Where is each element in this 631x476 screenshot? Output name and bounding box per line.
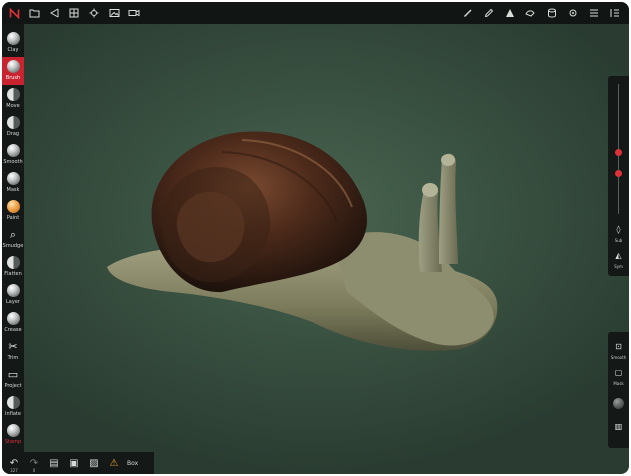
pencil-icon[interactable] (478, 2, 499, 24)
view-settings-panel: ⊡ Smooth ▢ Mask ▥ (608, 332, 629, 448)
warning-icon: ⚠ (109, 457, 119, 469)
tool-stamp[interactable]: Stamp (2, 421, 24, 449)
clay-icon (6, 32, 20, 45)
redo-button[interactable]: ↷ 0 (24, 452, 44, 474)
more-icon[interactable] (604, 2, 625, 24)
image-icon[interactable] (104, 2, 124, 24)
stamp-icon (6, 424, 20, 437)
flatten-icon (6, 256, 20, 269)
bottom-toolbar: ↶ 327 ↷ 0 ▤ ▣ ▨ ⚠ Box (2, 452, 154, 474)
tool-smudge[interactable]: ⌕ Smudge (2, 225, 24, 253)
undo-icon: ↶ (9, 457, 19, 469)
brush-icon (6, 60, 20, 73)
project-icon: ▭ (7, 368, 19, 381)
symmetry-icon[interactable]: ◭ (608, 251, 629, 260)
paint-icon[interactable] (520, 2, 541, 24)
material-icon[interactable] (499, 2, 520, 24)
mask-label: Mask (613, 381, 624, 386)
brush-settings-panel: ◊ Sub ◭ Sym (608, 76, 629, 276)
mask-icon (6, 172, 20, 185)
smudge-icon: ⌕ (9, 228, 17, 241)
mask-toggle-icon[interactable]: ▢ (608, 368, 629, 377)
pen-icon[interactable] (457, 2, 478, 24)
scissors-icon: ✂ (8, 340, 18, 353)
intensity-slider-handle[interactable] (615, 170, 622, 177)
shape-label[interactable]: Box (127, 460, 138, 467)
tool-crease[interactable]: Crease (2, 309, 24, 337)
undo-button[interactable]: ↶ 327 (4, 452, 24, 474)
tool-trim[interactable]: ✂ Trim (2, 337, 24, 365)
inflate-icon (6, 396, 20, 409)
tool-layer[interactable]: Layer (2, 281, 24, 309)
tool-flatten[interactable]: Flatten (2, 253, 24, 281)
screenshot-icon: ▣ (69, 457, 79, 469)
wireframe-label: Smooth (610, 355, 627, 360)
paint-brush-icon (6, 200, 20, 213)
tool-drag[interactable]: Drag (2, 113, 24, 141)
save-icon: ▤ (49, 457, 59, 469)
tool-paint[interactable]: Paint (2, 197, 24, 225)
crease-icon (6, 312, 20, 325)
warning-button[interactable]: ⚠ (104, 452, 124, 474)
texture-icon[interactable]: ▥ (608, 422, 629, 431)
app-window: Clay Brush Move Drag Smooth Mask Paint ⌕ (2, 2, 629, 474)
viewport-snail-model[interactable] (102, 122, 502, 362)
gear-icon[interactable] (562, 2, 583, 24)
smooth-icon (6, 144, 20, 157)
menu-icon[interactable] (583, 2, 604, 24)
wireframe-icon[interactable]: ⊡ (608, 342, 629, 351)
tool-project[interactable]: ▭ Project (2, 365, 24, 393)
tool-move[interactable]: Move (2, 85, 24, 113)
tool-smooth[interactable]: Smooth (2, 141, 24, 169)
screenshot-button[interactable]: ▣ (64, 452, 84, 474)
tool-brush[interactable]: Brush (2, 57, 24, 85)
layer-icon (6, 284, 20, 297)
grid-icon[interactable] (64, 2, 84, 24)
photo-icon: ▨ (89, 457, 99, 469)
redo-icon: ↷ (29, 457, 39, 469)
top-toolbar (2, 2, 629, 24)
save-button[interactable]: ▤ (44, 452, 64, 474)
tool-clay[interactable]: Clay (2, 29, 24, 57)
tool-mask[interactable]: Mask (2, 169, 24, 197)
sym-label: Sym (614, 264, 623, 269)
subdivide-icon[interactable]: ◊ (608, 225, 629, 234)
matcap-icon[interactable] (613, 398, 624, 409)
layers-icon[interactable] (541, 2, 562, 24)
folder-icon[interactable] (24, 2, 44, 24)
photo-button[interactable]: ▨ (84, 452, 104, 474)
tool-inflate[interactable]: Inflate (2, 393, 24, 421)
scene-icon[interactable] (44, 2, 64, 24)
tool-sidebar: Clay Brush Move Drag Smooth Mask Paint ⌕ (2, 24, 24, 452)
move-icon (6, 88, 20, 101)
settings-icon[interactable] (84, 2, 104, 24)
radius-slider-handle[interactable] (615, 149, 622, 156)
logo-icon[interactable] (4, 2, 24, 24)
camera-icon[interactable] (124, 2, 144, 24)
drag-icon (6, 116, 20, 129)
sub-label: Sub (614, 238, 623, 243)
